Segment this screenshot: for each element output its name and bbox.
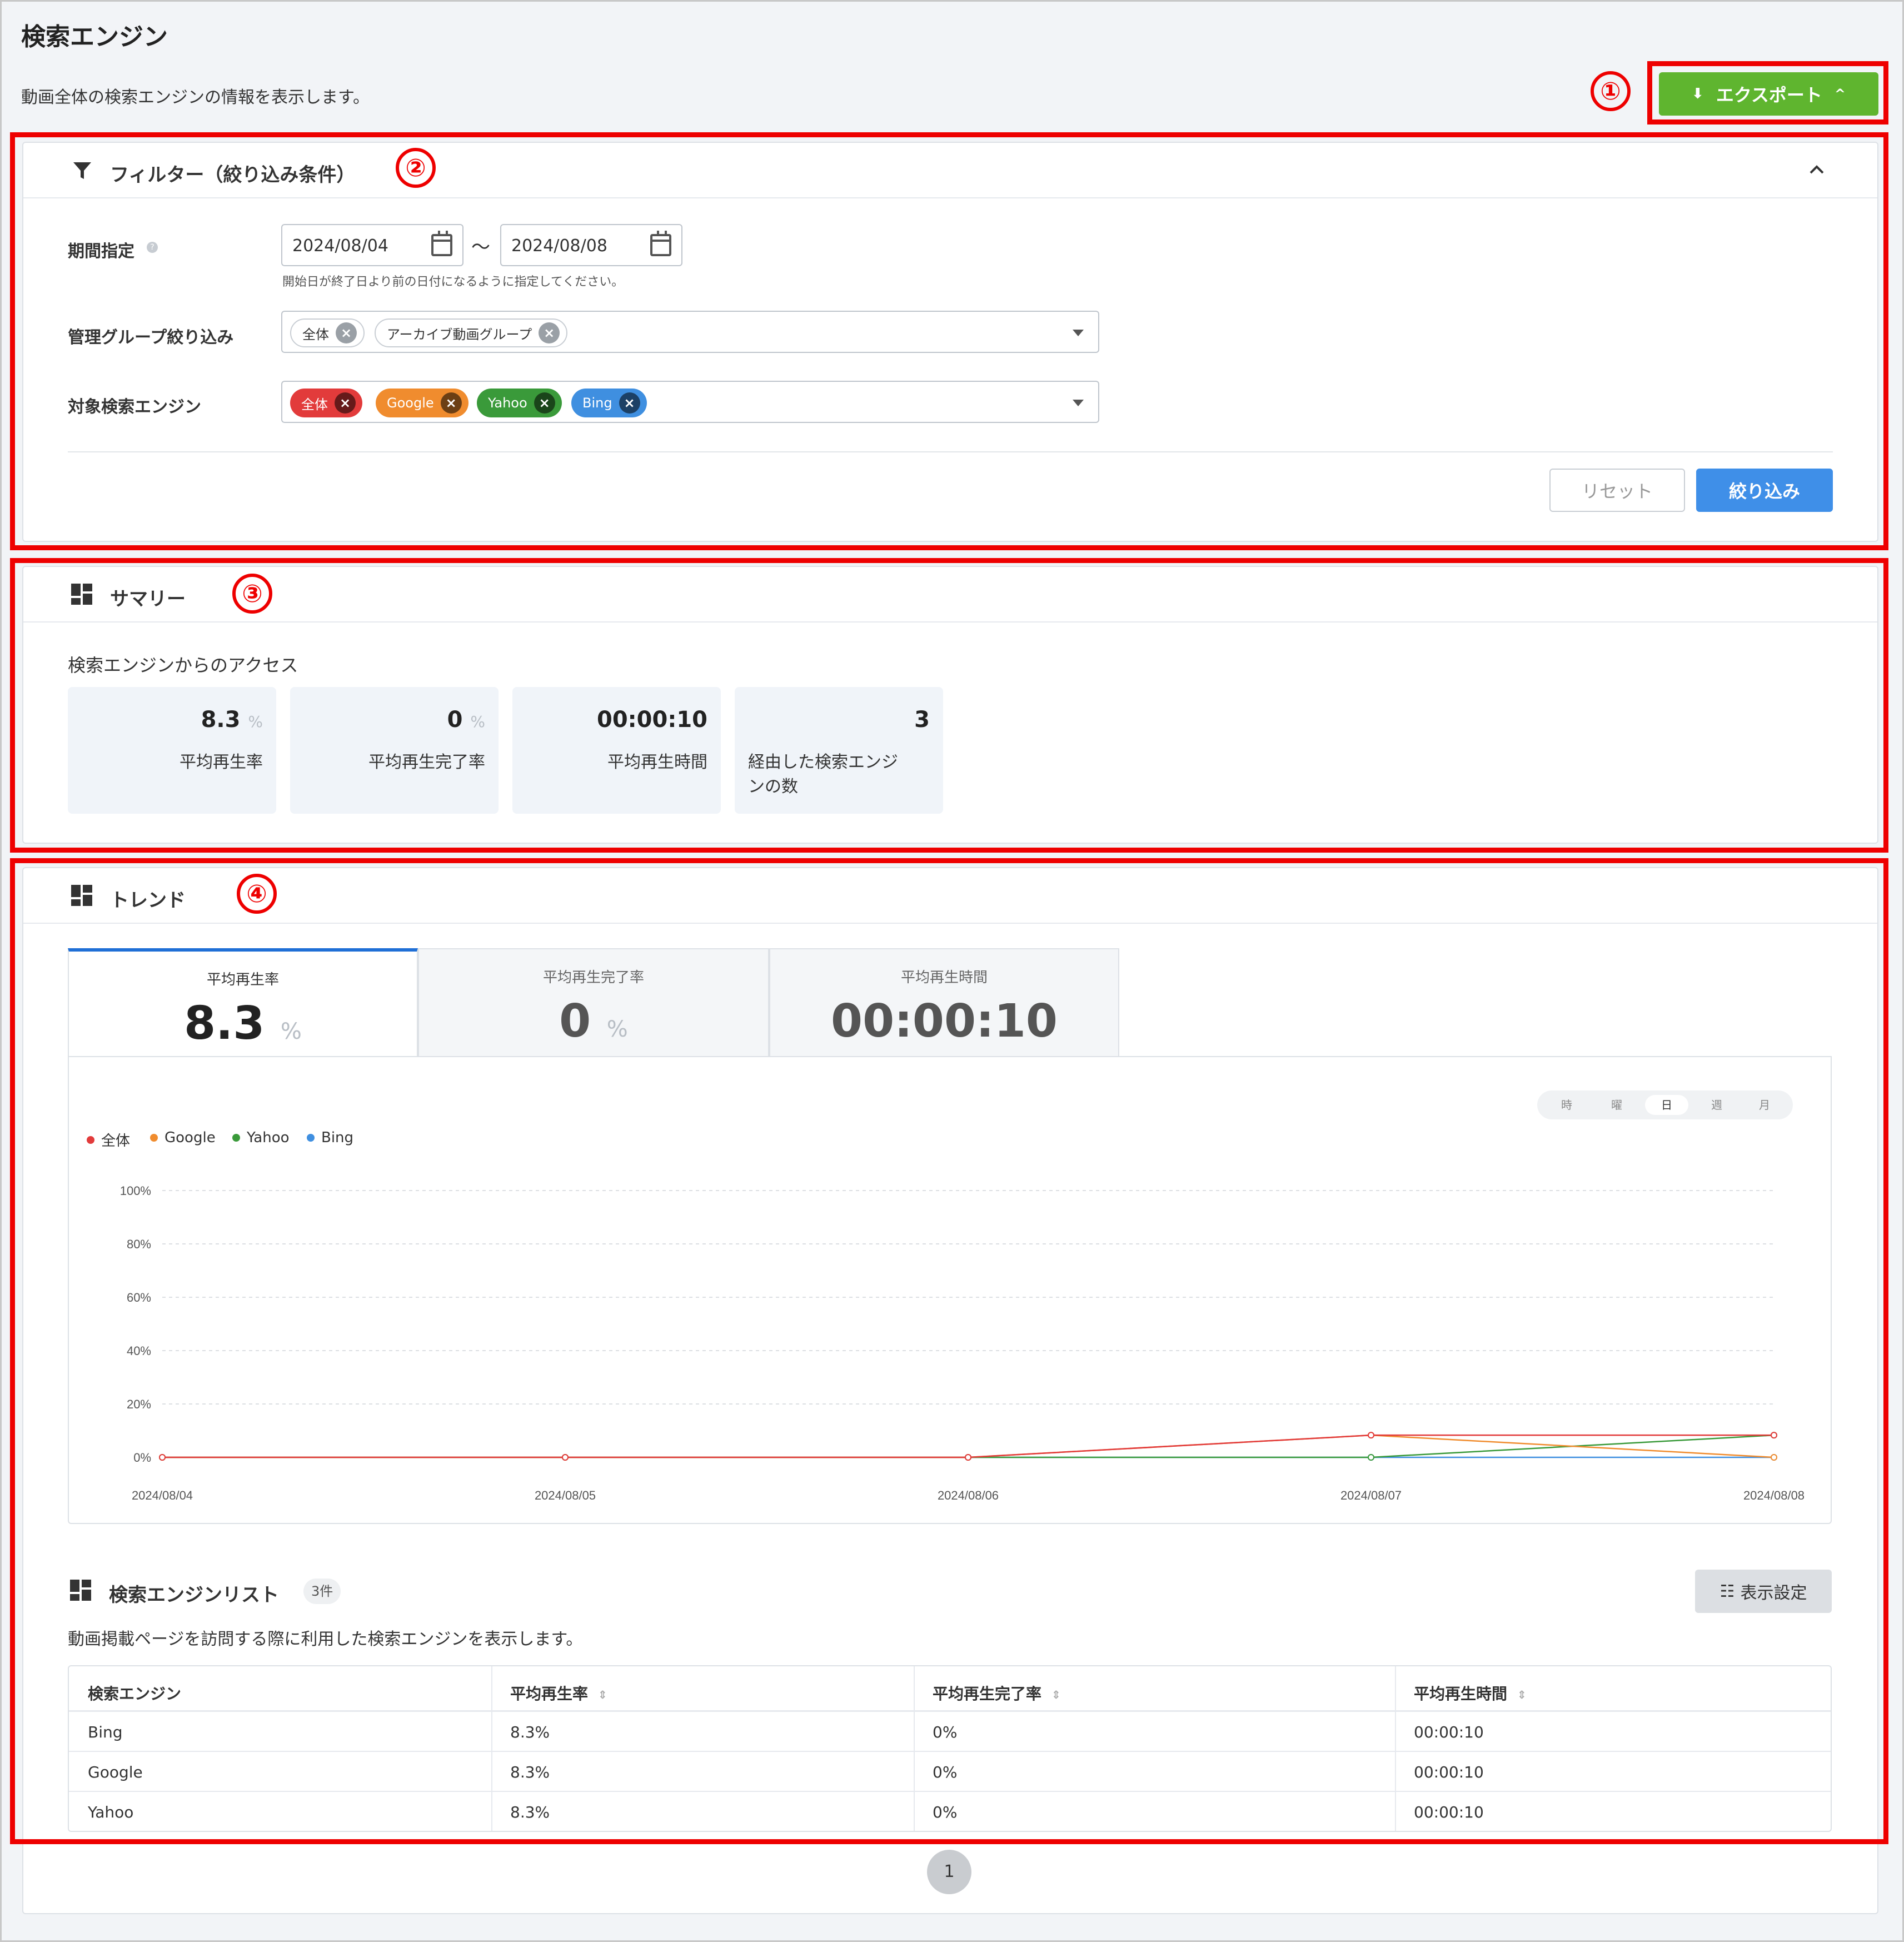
annotation-box-4 bbox=[10, 858, 1888, 1844]
annotation-marker-4: ④ bbox=[237, 874, 277, 914]
pagination-page-1[interactable]: 1 bbox=[927, 1850, 971, 1894]
